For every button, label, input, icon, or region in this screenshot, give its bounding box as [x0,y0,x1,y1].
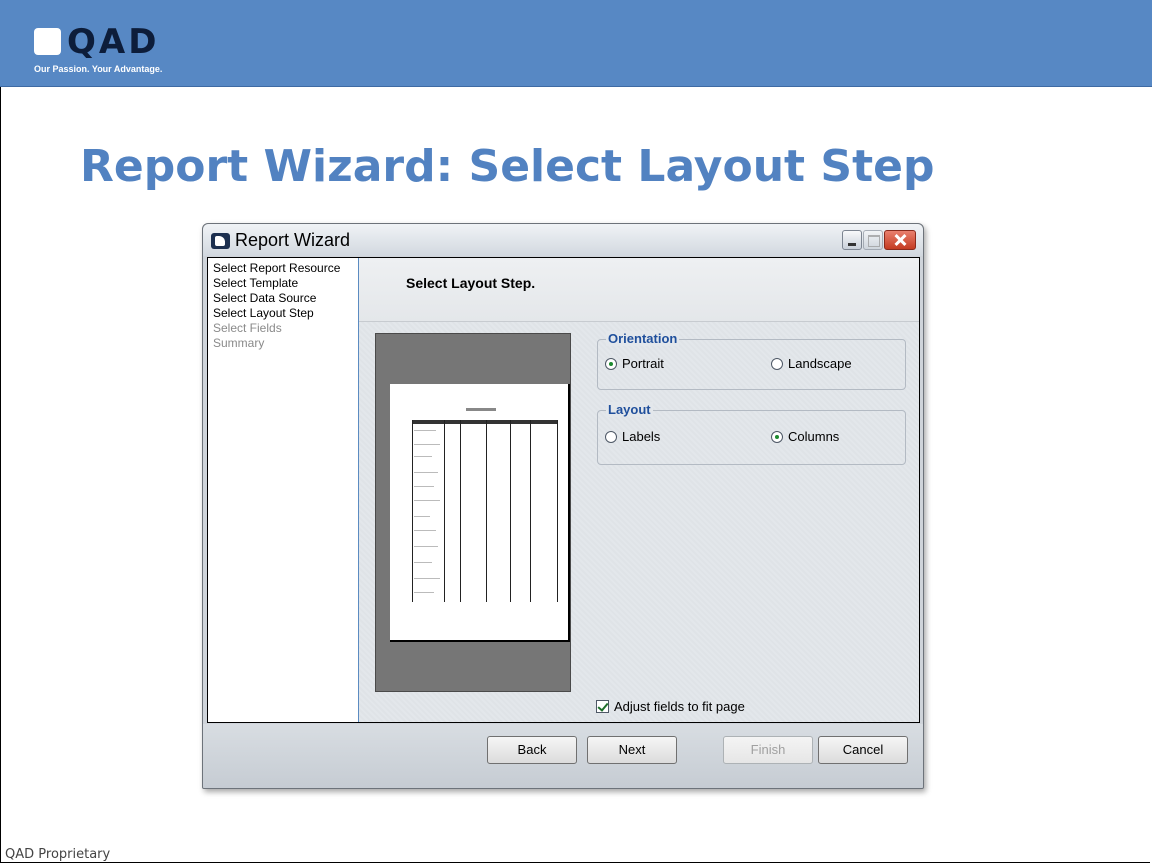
step-content: Select Layout Step. Orientation Portrait… [359,258,919,722]
landscape-radio[interactable]: Landscape [771,356,852,371]
columns-radio[interactable]: Columns [771,429,839,444]
back-button[interactable]: Back [487,736,577,764]
checkbox-check-icon[interactable] [596,700,609,713]
landscape-radio-indicator[interactable] [771,357,783,370]
button-bar: Back Next Finish Cancel [203,724,923,788]
steps-list: Select Report Resource Select Template S… [208,258,359,722]
landscape-label: Landscape [788,356,852,371]
title-bar[interactable]: Report Wizard [203,224,923,256]
wizard-body: Select Report Resource Select Template S… [207,257,920,723]
footer-text: QAD Proprietary [5,847,111,862]
step-title: Select Layout Step. [406,275,536,291]
slide-title: Report Wizard: Select Layout Step [80,141,935,192]
window-title: Report Wizard [235,230,351,250]
columns-label: Columns [788,429,840,444]
preview-page [390,384,570,642]
cancel-button[interactable]: Cancel [818,736,908,764]
report-wizard-window: Report Wizard Select Report Resource Sel… [202,223,924,789]
next-button[interactable]: Next [587,736,677,764]
step-select-layout-step[interactable]: Select Layout Step [208,306,358,321]
layout-group: Layout Labels Columns [597,402,906,465]
step-select-template[interactable]: Select Template [208,276,358,291]
close-icon[interactable] [884,230,916,250]
logo-tagline: Our Passion. Your Advantage. [34,64,163,74]
finish-button: Finish [723,736,813,764]
layout-preview [375,333,571,692]
orientation-title: Orientation [606,331,680,346]
labels-label: Labels [622,429,661,444]
portrait-label: Portrait [622,356,664,371]
qad-logo-icon [34,28,61,55]
portrait-radio-indicator[interactable] [605,357,617,370]
header-banner: QAD Our Passion. Your Advantage. [0,0,1152,87]
adjust-fields-label: Adjust fields to fit page [614,699,745,714]
step-header: Select Layout Step. [359,258,919,322]
preview-table [412,420,558,602]
labels-radio[interactable]: Labels [605,429,660,444]
orientation-group: Orientation Portrait Landscape [597,331,906,390]
step-summary: Summary [213,336,265,350]
columns-radio-indicator[interactable] [771,430,783,443]
preview-heading [466,408,496,411]
minimize-icon[interactable] [842,230,862,250]
logo-text: QAD [67,22,160,62]
step-select-fields: Select Fields [213,321,282,335]
layout-title: Layout [606,402,653,417]
labels-radio-indicator[interactable] [605,430,617,443]
adjust-fields-checkbox[interactable]: Adjust fields to fit page [596,699,745,714]
step-select-data-source[interactable]: Select Data Source [208,291,358,306]
portrait-radio[interactable]: Portrait [605,356,664,371]
app-icon [211,233,230,249]
maximize-icon [863,230,883,250]
step-select-report-resource[interactable]: Select Report Resource [208,261,358,276]
